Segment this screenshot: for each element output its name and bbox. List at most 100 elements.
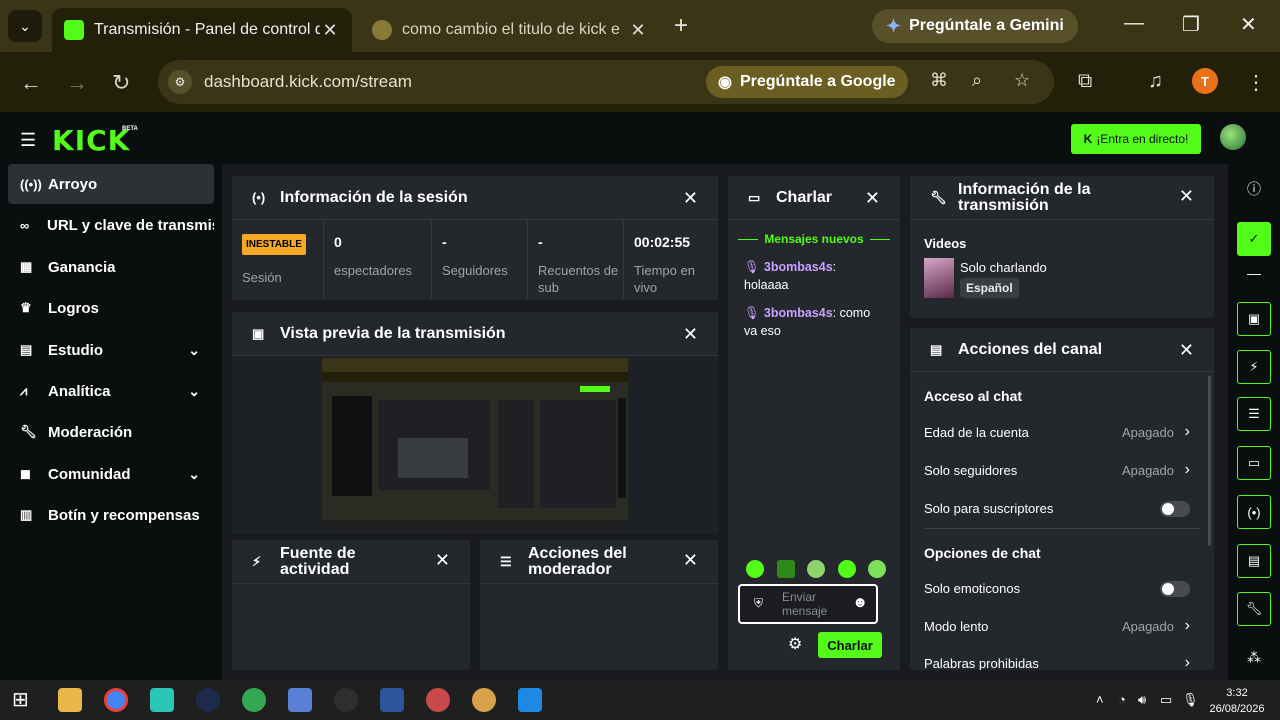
more-icon[interactable]: ⁂ [1237, 640, 1271, 674]
tab-search-icon[interactable]: ⌄ [8, 10, 42, 42]
chevron-up-icon[interactable]: ˄ [1096, 692, 1104, 707]
sidebar-item-community[interactable]: ◼ Comunidad ⌄ [8, 454, 214, 494]
chrome-icon[interactable] [104, 688, 128, 712]
battery-icon[interactable]: ▭ [1160, 692, 1172, 708]
emoji-icon[interactable]: ☻ [852, 594, 868, 611]
window-close-icon[interactable]: ✕ [1240, 12, 1257, 37]
user-avatar[interactable] [1220, 124, 1246, 150]
chat-username[interactable]: 3bombas4s [764, 306, 833, 320]
emotes-only-toggle[interactable] [1160, 581, 1190, 597]
account-age-row[interactable]: Edad de la cuenta Apagado › [924, 423, 1200, 449]
media-control-icon[interactable]: ♫ [1148, 70, 1163, 93]
list-icon[interactable]: ☰ [1237, 397, 1271, 431]
send-chat-button[interactable]: Charlar [818, 632, 882, 658]
close-icon[interactable]: ✕ [683, 551, 698, 569]
scrollbar[interactable] [1208, 376, 1211, 546]
forward-icon[interactable]: → [66, 70, 88, 96]
emote-icon[interactable] [837, 560, 856, 578]
volume-icon[interactable]: 🔊︎ [1138, 692, 1146, 708]
wrench-icon[interactable]: 🔧︎ [1237, 592, 1271, 626]
word-icon[interactable] [380, 688, 404, 712]
video-thumbnail[interactable] [924, 258, 954, 298]
menu-icon[interactable]: ☰ [20, 130, 36, 151]
windows-start-icon[interactable]: ⊞ [12, 688, 36, 712]
lightning-icon[interactable]: ⚡︎ [1237, 350, 1271, 384]
subs-only-toggle[interactable] [1160, 501, 1190, 517]
profile-avatar[interactable]: T [1192, 68, 1218, 94]
system-clock[interactable]: 3:32 26/08/2026 [1206, 685, 1268, 717]
shield-icon[interactable]: ⛨ [754, 596, 763, 611]
close-icon[interactable]: ✕ [1179, 187, 1194, 205]
sidebar-item-studio[interactable]: ▤ Estudio ⌄ [8, 330, 214, 370]
close-icon[interactable]: ✕ [683, 324, 698, 345]
panel-title: Información de la transmisión [958, 180, 1091, 214]
minus-icon[interactable]: — [1237, 256, 1271, 290]
panel-title: Charlar [776, 188, 833, 206]
sidebar-item-earnings[interactable]: ▦ Ganancia [8, 247, 214, 287]
emote-icon[interactable] [868, 560, 886, 578]
browser-menu-icon[interactable]: ⋮ [1246, 70, 1266, 95]
wifi-icon[interactable]: ◔ [1118, 692, 1126, 707]
minimize-icon[interactable]: — [1124, 12, 1144, 35]
emote-icon[interactable] [807, 560, 825, 578]
extensions-icon[interactable]: ⧉ [1078, 70, 1092, 93]
address-bar[interactable]: ⚙ dashboard.kick.com/stream ◉ Pregúntale… [158, 60, 1054, 104]
close-icon[interactable]: ✕ [628, 20, 648, 41]
channel-icon[interactable]: ▤ [1237, 544, 1271, 578]
paint-icon[interactable] [472, 688, 496, 712]
restore-icon[interactable]: ❐ [1182, 12, 1200, 37]
file-explorer-icon[interactable] [58, 688, 82, 712]
sidebar-item-rewards[interactable]: ▥ Botín y recompensas [8, 495, 214, 535]
obs-icon[interactable] [334, 688, 358, 712]
followers-stat: - Seguidores [432, 220, 528, 300]
new-tab-icon[interactable]: + [674, 12, 688, 40]
chat-icon[interactable]: ▭ [1237, 446, 1271, 480]
url-text[interactable]: dashboard.kick.com/stream [204, 72, 412, 92]
chat-input[interactable]: ⛨ Enviar mensaje ☻ [738, 584, 878, 624]
close-icon[interactable]: ✕ [320, 20, 340, 41]
check-icon[interactable]: ✓ [1237, 222, 1271, 256]
info-icon[interactable]: ⓘ [1237, 172, 1271, 206]
close-icon[interactable]: ✕ [683, 188, 698, 209]
mic-icon[interactable]: 🎙︎ [1182, 692, 1199, 708]
sidebar-item-achievements[interactable]: ♛ Logros [8, 288, 214, 328]
reload-icon[interactable]: ↻ [112, 70, 130, 96]
app-icon[interactable] [288, 688, 312, 712]
ask-gemini-button[interactable]: ✦ Pregúntale a Gemini [872, 9, 1078, 43]
zoom-icon[interactable]: ⌕ [972, 70, 982, 91]
tab-search-result[interactable]: como cambio el titulo de kick e ✕ [360, 8, 660, 52]
close-icon[interactable]: ✕ [435, 551, 450, 569]
sidebar-item-stream[interactable]: ((•)) Arroyo [8, 164, 214, 204]
chat-username[interactable]: 3bombas4s [764, 260, 833, 274]
close-icon[interactable]: ✕ [865, 188, 880, 209]
ask-google-button[interactable]: ◉ Pregúntale a Google [706, 66, 908, 98]
stat-label: Seguidores [442, 263, 508, 278]
tab-title: como cambio el titulo de kick e [402, 21, 620, 38]
tab-kick-dashboard[interactable]: Transmisión - Panel de control d ✕ [52, 8, 352, 52]
chat-settings-gear-icon[interactable]: ⚙ [788, 634, 802, 654]
close-icon[interactable]: ✕ [1179, 340, 1194, 361]
bookmark-star-icon[interactable]: ☆ [1014, 70, 1030, 91]
go-live-button[interactable]: K ¡Entra en directo! [1071, 124, 1201, 154]
app-icon[interactable] [150, 688, 174, 712]
app-icon[interactable] [196, 688, 220, 712]
chat-icon: ▭ [748, 189, 761, 205]
sidebar-item-stream-key[interactable]: ∞ URL y clave de transmisión [8, 205, 214, 245]
followers-only-row[interactable]: Solo seguidores Apagado › [924, 461, 1200, 487]
sidebar-item-moderation[interactable]: 🔧︎ Moderación [8, 412, 214, 452]
emote-icon[interactable] [746, 560, 764, 578]
translate-icon[interactable]: ⌘ [930, 70, 948, 91]
slow-mode-row[interactable]: Modo lento Apagado › [924, 617, 1200, 643]
banned-words-row[interactable]: Palabras prohibidas › [924, 654, 1200, 670]
stream-icon[interactable]: (•) [1237, 495, 1271, 529]
app-icon[interactable] [518, 688, 542, 712]
stream-preview-video[interactable] [322, 358, 628, 530]
app-icon[interactable] [426, 688, 450, 712]
back-icon[interactable]: ← [20, 70, 42, 96]
kick-logo[interactable]: KICK [52, 124, 130, 157]
sidebar-item-analytics[interactable]: ⩘ Analítica ⌄ [8, 371, 214, 411]
site-settings-icon[interactable]: ⚙ [168, 70, 192, 94]
emote-icon[interactable] [776, 560, 795, 578]
maps-icon[interactable] [242, 688, 266, 712]
preview-toggle-icon[interactable]: ▣ [1237, 302, 1271, 336]
